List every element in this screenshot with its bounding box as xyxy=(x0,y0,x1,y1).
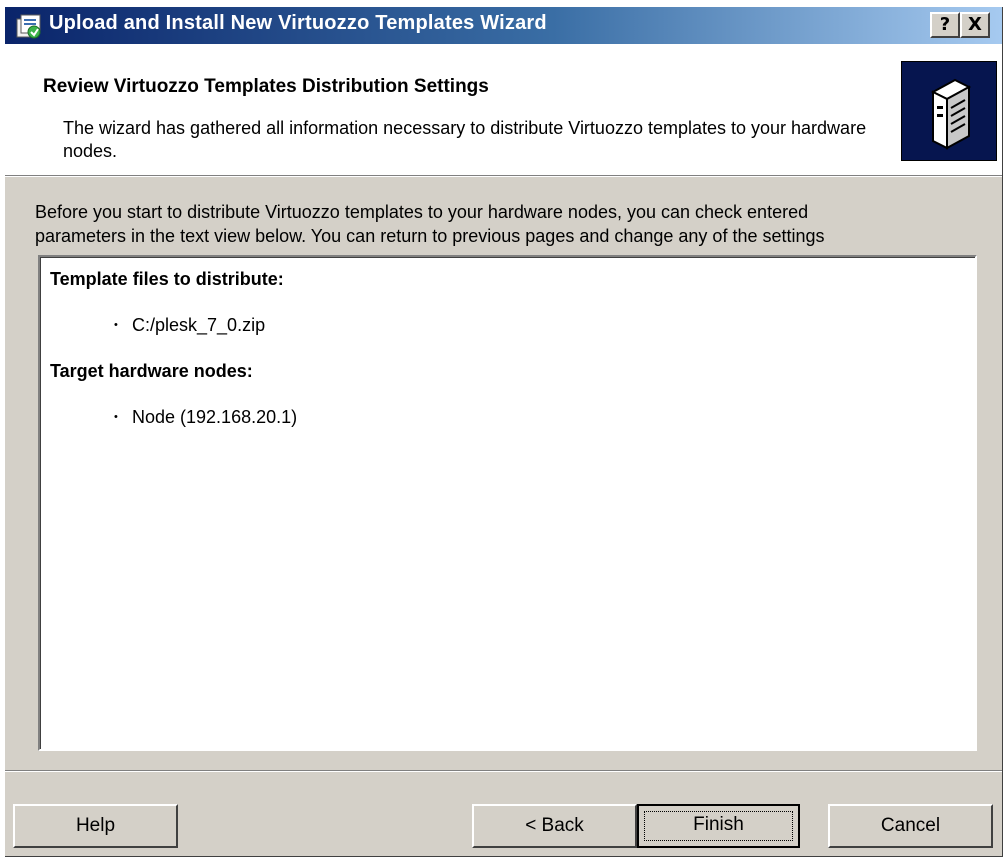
instructions-line-2: parameters in the text view below. You c… xyxy=(35,226,825,246)
wizard-header: Review Virtuozzo Templates Distribution … xyxy=(5,44,1002,175)
bullet-icon: • xyxy=(114,319,118,331)
footer-divider-highlight xyxy=(5,771,1002,772)
target-nodes-heading: Target hardware nodes: xyxy=(50,361,253,381)
bullet-icon: • xyxy=(114,411,118,423)
instructions-line-1: Before you start to distribute Virtuozzo… xyxy=(35,202,809,222)
settings-summary-textview[interactable]: Template files to distribute: • C:/plesk_… xyxy=(38,255,977,751)
server-icon xyxy=(901,61,997,161)
wizard-window: Upload and Install New Virtuozzo Templat… xyxy=(5,7,1003,857)
cancel-button[interactable]: Cancel xyxy=(828,804,993,848)
back-button[interactable]: < Back xyxy=(472,804,637,848)
finish-button[interactable]: Finish xyxy=(637,804,800,848)
close-button[interactable]: X xyxy=(960,12,990,38)
template-file-path: C:/plesk_7_0.zip xyxy=(132,315,266,335)
page-title: Review Virtuozzo Templates Distribution … xyxy=(43,76,489,97)
template-file-item: • C:/plesk_7_0.zip xyxy=(114,315,265,336)
target-node-name: Node (192.168.20.1) xyxy=(132,407,298,427)
template-files-heading: Template files to distribute: xyxy=(50,269,284,289)
title-bar[interactable]: Upload and Install New Virtuozzo Templat… xyxy=(5,7,1002,44)
instructions-text: Before you start to distribute Virtuozzo… xyxy=(35,200,1000,248)
target-node-item: • Node (192.168.20.1) xyxy=(114,407,297,428)
finish-button-label: Finish xyxy=(693,814,744,835)
close-icon: X xyxy=(968,14,982,35)
context-help-button[interactable]: ? xyxy=(930,12,960,38)
window-title: Upload and Install New Virtuozzo Templat… xyxy=(49,12,547,34)
wizard-app-icon xyxy=(15,12,43,40)
header-divider-highlight xyxy=(5,176,1002,177)
question-mark-icon: ? xyxy=(939,14,951,35)
help-button[interactable]: Help xyxy=(13,804,178,848)
page-description: The wizard has gathered all information … xyxy=(63,118,867,161)
